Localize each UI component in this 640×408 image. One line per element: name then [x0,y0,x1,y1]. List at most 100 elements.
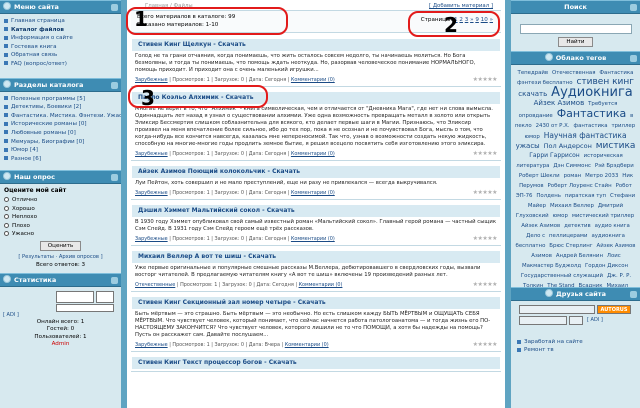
tag-link[interactable]: Полдень [536,193,561,199]
search-input[interactable] [519,24,632,34]
online-user-link[interactable]: Admin [52,341,70,347]
section-item[interactable]: Фантастика. Мистика. Фэнтези. Ужасы [61] [4,112,121,121]
tag-link[interactable]: Андрей Белянин [556,253,603,259]
entry-title[interactable]: Дэшил Хэммет Мальтийский сокол - Скачать [132,205,500,217]
tag-link[interactable]: Гарри Гаррисон [529,152,580,159]
tag-link[interactable]: Дело с [526,233,545,239]
rating-stars-icon[interactable]: ★★★★★ [473,76,498,84]
banner-placeholder[interactable] [569,316,583,325]
tag-link[interactable]: Метро 2033 [585,173,618,179]
sidebar-item[interactable]: Главная страница [4,17,121,26]
entry-category-link[interactable]: Зарубежные [135,151,168,157]
tag-link[interactable]: бесплатно [516,243,546,249]
section-item[interactable]: Любовные романы [0] [4,129,121,138]
section-item[interactable]: Мемуары, Биографии [0] [4,138,121,147]
tag-link[interactable]: Брюс Стерлинг [549,243,592,249]
radio-button[interactable] [4,205,9,211]
entry-category-link[interactable]: Зарубежные [135,342,168,348]
tag-link[interactable]: Отечественная [552,70,595,76]
entry-title[interactable]: Стивен Кинг Щелкун - Скачать [132,39,500,51]
radio-button[interactable] [4,214,9,220]
page-link[interactable]: » [470,17,473,23]
radio-button[interactable] [4,197,9,203]
poll-option[interactable]: Хорошо [4,205,117,214]
section-item[interactable]: Исторические романы [0] [4,120,121,129]
poll-submit-button[interactable]: Оценить [39,240,82,251]
banner-placeholder[interactable] [519,316,567,325]
tag-link[interactable]: Гордон Диксон [585,263,628,269]
tag-link[interactable]: детектив [564,223,591,229]
page-link[interactable]: 3 [465,17,469,23]
search-button[interactable]: Найти [558,37,593,47]
tag-link[interactable]: Роберт Шекли [519,173,560,179]
tag-link[interactable]: пиратская туп [565,193,606,199]
collapse-icon[interactable] [111,276,118,284]
tag-link[interactable]: Аудиокнига [551,85,633,100]
tag-link[interactable]: Айзек Азимов [521,223,560,229]
tag-link[interactable]: Государственный служащий [521,273,603,279]
page-link[interactable]: » [490,17,493,23]
entry-category-link[interactable]: Зарубежные [135,190,168,196]
tag-link[interactable]: опровдание [519,113,553,119]
tag-link[interactable]: роман [564,173,582,179]
entry-title[interactable]: Айзек Азимов Поющий колокольчик - Скачат… [132,166,500,178]
tag-link[interactable]: Рэй Брэдбери [595,163,634,169]
tag-link[interactable]: фантастика [573,123,607,129]
poll-option[interactable]: Неплохо [4,213,117,222]
counter-badge[interactable] [56,303,114,312]
counter-badge[interactable] [96,290,114,303]
tag-link[interactable]: Айзек Азимов [534,99,585,107]
collapse-icon[interactable] [630,55,637,62]
section-item[interactable]: Полезные программы [5] [4,95,121,104]
radio-button[interactable] [4,222,9,228]
collapse-icon[interactable] [111,81,118,89]
entry-comments-link[interactable]: Комментарии (0) [291,151,335,157]
entry-title[interactable]: Пауло Коэльо Алхимик - Скачать [132,92,500,104]
entry-comments-link[interactable]: Комментарии (0) [291,77,335,83]
section-item[interactable]: Разное [6] [4,155,121,164]
tag-link[interactable]: ужасы [516,142,540,150]
tag-link[interactable]: юмор [553,213,568,219]
page-link[interactable]: 10 [481,17,488,23]
tag-link[interactable]: 2430 от Р.Х. [536,123,570,129]
friend-link[interactable]: Заработай на сайте [517,338,634,346]
rating-stars-icon[interactable]: ★★★★★ [473,235,498,243]
collapse-icon[interactable] [111,174,118,182]
add-material-link[interactable]: [ Добавить материал ] [429,3,493,9]
tag-link[interactable]: Азимов [531,253,552,259]
banner-placeholder[interactable] [519,305,595,314]
collapse-icon[interactable] [630,4,637,11]
tag-link[interactable]: триллер [611,123,635,129]
autorus-banner[interactable]: AUTORUS [597,305,631,314]
tag-link[interactable]: Тепедрайв [518,70,549,76]
entry-category-link[interactable]: Отечественные [135,282,175,288]
entry-title[interactable]: Стивен Кинг Текст процессор богов - Скач… [132,357,500,369]
entry-category-link[interactable]: Зарубежные [135,77,168,83]
entry-comments-link[interactable]: Комментарии (0) [285,342,329,348]
breadcrumb[interactable]: Главная / Файлы [145,3,193,9]
ad-link[interactable]: [ ADI ] [587,317,603,323]
sidebar-item[interactable]: Обратная связь [4,51,121,60]
tag-link[interactable]: Дэн Симмонс [553,163,591,169]
tag-link[interactable]: Фантастика [557,107,627,120]
tag-link[interactable]: пеллицерами [549,233,588,239]
tag-link[interactable]: Пол Андерсон [544,142,592,150]
tag-link[interactable]: мистический триллер [572,213,634,219]
sidebar-item[interactable]: Гостевая книга [4,43,121,52]
collapse-icon[interactable] [111,4,118,11]
poll-option[interactable]: Ужасно [4,230,117,239]
rating-stars-icon[interactable]: ★★★★★ [473,341,498,349]
entry-category-link[interactable]: Зарубежные [135,236,168,242]
poll-results-link[interactable]: [ Результаты · Архив опросов ] [4,254,117,260]
section-item[interactable]: Юмор [4] [4,146,121,155]
tag-link[interactable]: Михаил Веллер [550,203,594,209]
poll-option[interactable]: Плохо [4,222,117,231]
entry-comments-link[interactable]: Комментарии (0) [291,190,335,196]
radio-button[interactable] [4,231,9,237]
rating-stars-icon[interactable]: ★★★★★ [473,189,498,197]
tag-link[interactable]: юмор [524,134,539,140]
poll-option[interactable]: Отлично [4,196,117,205]
page-link[interactable]: 9 [475,17,479,23]
ad-link[interactable]: [ ADI ] [3,312,19,318]
counter-badge[interactable] [56,290,94,303]
